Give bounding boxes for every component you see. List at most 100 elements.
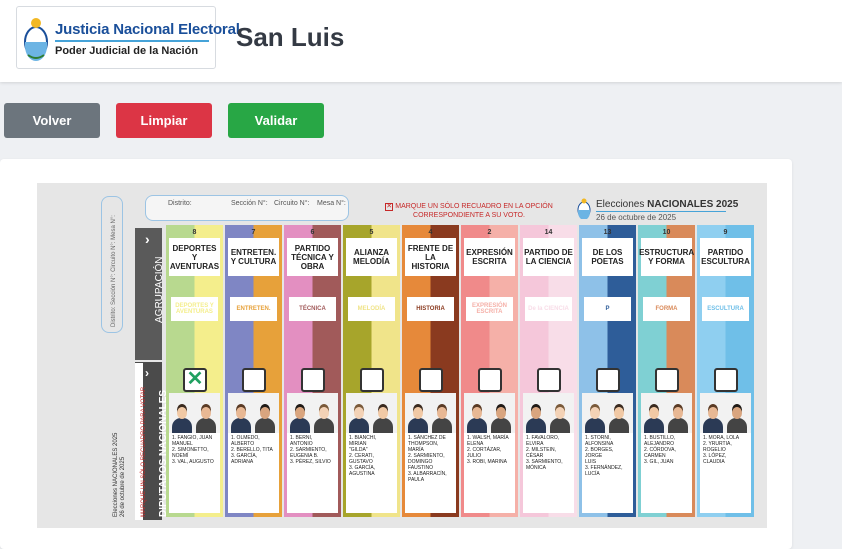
candidate-photo — [726, 407, 748, 433]
party-logo: ENTRETEN. — [230, 297, 277, 321]
party-logo: ESCULTURA — [702, 297, 749, 321]
party-number: 10 — [662, 229, 671, 236]
election-date: 26 de octubre de 2025 — [596, 213, 677, 222]
party-logo: De la CIENCIA — [525, 297, 572, 321]
candidate-photo — [584, 407, 606, 433]
candidate-photos — [346, 393, 397, 433]
party-column: 8 DEPORTES Y AVENTURAS DEPORTES Y AVENTURA… — [166, 225, 223, 517]
candidate-photos — [405, 393, 456, 433]
candidate-list: 1. SÁNCHEZ DE THOMPSON, MARÍA 2. SARMIEN… — [405, 433, 456, 513]
candidate-photo — [372, 407, 394, 433]
candidate-photo — [608, 407, 630, 433]
candidate-photos — [641, 393, 692, 433]
party-column: 9 PARTIDO ESCULTURA ESCULTURA 1. MORA, LOLA… — [697, 225, 754, 517]
party-logo: MELODÍA — [348, 297, 395, 321]
logo-title: Justicia Nacional Electoral — [55, 21, 240, 38]
party-column: 10 ESTRUCTURA Y FORMA FORMA 1. BUSTILLO, AL… — [638, 225, 695, 517]
party-column: 6 PARTIDO TÉCNICA Y OBRA TÉCNICA 1. BERNI, … — [284, 225, 341, 517]
candidate-photo — [313, 407, 335, 433]
candidate-photo — [702, 407, 724, 433]
vote-checkbox[interactable] — [419, 368, 443, 392]
candidate-list: 1. BERNI, ANTONIO 2. SARMIENTO, EUGENIA … — [287, 433, 338, 513]
vote-checkbox[interactable] — [242, 368, 266, 392]
vote-checkbox[interactable] — [714, 368, 738, 392]
party-number: 13 — [603, 229, 612, 236]
candidate-names: 1. BUSTILLO, ALEJANDRO 2. CÓRDOVA, CARME… — [644, 435, 676, 465]
clear-button[interactable]: Limpiar — [116, 103, 212, 138]
group-row-label: AGRUPACIÓN — [154, 256, 165, 324]
candidate-photos — [523, 393, 574, 433]
id-vertical-text: Distrito: Sección N°: Circuito N°: Mesa … — [111, 215, 117, 327]
candidate-photo — [254, 407, 276, 433]
party-name: PARTIDO DE LA CIENCIA — [523, 238, 574, 276]
party-number: 9 — [723, 229, 728, 236]
district-box: Distrito: Sección N°: Circuito N°: Mesa … — [145, 195, 349, 221]
vote-checkbox[interactable] — [301, 368, 325, 392]
party-logo: FORMA — [643, 297, 690, 321]
vote-checkbox[interactable] — [360, 368, 384, 392]
candidate-names: 1. STORNI, ALFONSINA 2. BORGES, JORGE LU… — [585, 435, 623, 477]
candidate-names: 1. MORA, LOLA 2. YRURTIA, ROGELIO 3. LÓP… — [703, 435, 740, 465]
party-number: 2 — [487, 229, 492, 236]
candidate-list: 1. OLMEDO, ALBERTO 2. BERELLO, TITA 3. G… — [228, 433, 279, 513]
candidate-names: 1. FAVALORO, ELVIRA 2. MILSTEIN, CÉSAR 3… — [526, 435, 563, 471]
candidate-photos — [287, 393, 338, 433]
party-name: ESTRUCTURA Y FORMA — [639, 238, 694, 276]
party-number: 5 — [369, 229, 374, 236]
table-label: Mesa N°: — [317, 200, 346, 207]
party-name: PARTIDO ESCULTURA — [700, 238, 751, 276]
party-name: ALIANZA MELODÍA — [346, 238, 397, 276]
national-shield-icon — [24, 18, 48, 61]
candidate-photo — [466, 407, 488, 433]
candidate-photos — [700, 393, 751, 433]
district-label: Distrito: — [168, 200, 192, 207]
vote-checkbox[interactable] — [596, 368, 620, 392]
left-election-title: Elecciones NACIONALES 2025 — [113, 432, 119, 517]
party-name: DE LOS POETAS — [582, 238, 633, 276]
candidate-photo — [348, 407, 370, 433]
vote-checkbox[interactable]: ✕ — [183, 368, 207, 392]
candidate-list: 1. FANGIO, JUAN MANUEL 2. SIMONETTO, NOE… — [169, 433, 220, 513]
vote-checkbox[interactable] — [537, 368, 561, 392]
candidate-list: 1. BUSTILLO, ALEJANDRO 2. CÓRDOVA, CARME… — [641, 433, 692, 513]
election-title: Elecciones NACIONALES 2025 — [596, 199, 738, 210]
circuit-label: Circuito N°: — [274, 200, 310, 207]
party-column: 4 FRENTE DE LA HISTORIA HISTORIA 1. SÁNCHEZ… — [402, 225, 459, 517]
candidate-photo — [171, 407, 193, 433]
party-name: EXPRESIÓN ESCRITA — [464, 238, 515, 276]
candidate-photo — [230, 407, 252, 433]
ballot-sheet: Distrito: Sección N°: Circuito N°: Mesa … — [37, 183, 767, 528]
candidate-names: 1. FANGIO, JUAN MANUEL 2. SIMONETTO, NOE… — [172, 435, 214, 465]
candidate-photos — [228, 393, 279, 433]
mark-instruction-text: MARQUE UN SÓLO RECUADRO EN LA OPCIÓN COR… — [395, 203, 553, 219]
vote-checkbox[interactable] — [655, 368, 679, 392]
election-divider — [596, 211, 726, 212]
chevron-right-icon: › — [145, 366, 149, 380]
party-logo: EXPRESIÓN ESCRITA — [466, 297, 513, 321]
party-logo: DEPORTES Y AVENTURAS — [171, 297, 218, 321]
candidate-photo — [549, 407, 571, 433]
candidate-names: 1. WALSH, MARÍA ELENA 2. CORTÁZAR, JULIO… — [467, 435, 509, 465]
page-title: San Luis — [236, 22, 345, 52]
candidate-photo — [431, 407, 453, 433]
candidate-names: 1. BIANCHI, MIRIAN "GILDA" 2. CERATI, GU… — [349, 435, 377, 477]
party-number: 6 — [310, 229, 315, 236]
chevron-right-icon: › — [145, 231, 150, 247]
vote-checkbox[interactable] — [478, 368, 502, 392]
party-column: 7 ENTRETEN. Y CULTURA ENTRETEN. 1. OLMEDO, … — [225, 225, 282, 517]
candidate-list: 1. FAVALORO, ELVIRA 2. MILSTEIN, CÉSAR 3… — [523, 433, 574, 513]
party-column: 5 ALIANZA MELODÍA MELODÍA 1. BIANCHI, MIRIA… — [343, 225, 400, 517]
party-number: 4 — [428, 229, 433, 236]
election-bold: NACIONALES 2025 — [647, 199, 739, 210]
top-header: Justicia Nacional Electoral Poder Judici… — [0, 0, 842, 82]
party-number: 8 — [192, 229, 197, 236]
back-button[interactable]: Volver — [4, 103, 100, 138]
candidate-photos — [464, 393, 515, 433]
party-column: 13 DE LOS POETAS P 1. STORNI, ALFONSINA 2. … — [579, 225, 636, 517]
candidate-list: 1. STORNI, ALFONSINA 2. BORGES, JORGE LU… — [582, 433, 633, 513]
candidate-photo — [490, 407, 512, 433]
logo-divider — [55, 40, 209, 42]
national-shield-icon — [577, 198, 591, 219]
deputies-instruction: MARQUE UN SÓLO RECUADRO PARA VOTAR — [141, 386, 147, 517]
validate-button[interactable]: Validar — [228, 103, 324, 138]
